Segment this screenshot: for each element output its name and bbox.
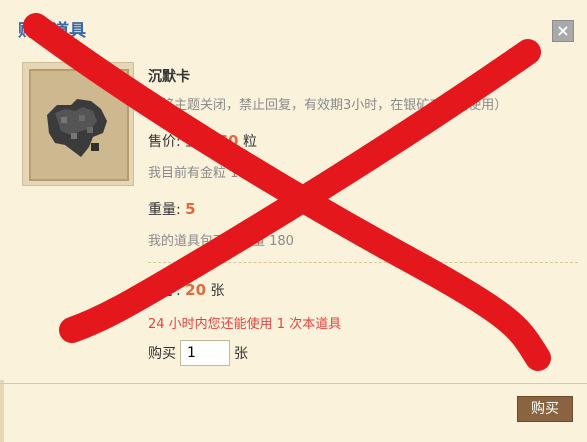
item-thumbnail-frame	[22, 62, 134, 186]
price-unit: 粒	[242, 134, 257, 150]
quantity-label: 购买	[148, 346, 176, 362]
close-icon[interactable]: ×	[552, 20, 574, 42]
buy-button[interactable]: 购买	[517, 396, 573, 422]
weight-value: 5	[185, 200, 196, 218]
weight-label: 重量:	[148, 202, 181, 218]
item-description: （将主题关闭，禁止回复，有效期3小时，在银矿工茶馆使用）	[148, 98, 508, 113]
divider	[148, 262, 578, 263]
item-price: 售价: 金粒 60 粒	[148, 131, 257, 151]
price-value: 60	[217, 132, 239, 150]
usage-limit: 24 小时内您还能使用 1 次本道具	[148, 317, 342, 332]
quantity-input[interactable]	[180, 340, 230, 366]
item-weight: 重量: 5	[148, 199, 196, 219]
silence-card-icon	[47, 99, 107, 157]
price-label: 售价: 金粒	[148, 134, 214, 150]
purchase-item-dialog: 购买道具 × 沉默卡 （将主题关闭，禁止回复，有效期3小时，在银矿工茶馆使用） …	[0, 0, 587, 442]
item-name: 沉默卡	[148, 69, 190, 85]
stock-value: 20	[185, 281, 207, 299]
gold-balance: 我目前有金粒 15 粒	[148, 166, 264, 181]
footer-divider	[0, 383, 587, 384]
bag-capacity: 我的道具包可用容量 180	[148, 234, 294, 249]
quantity-row: 购买 张	[148, 340, 248, 366]
stock-label: 库存:	[148, 283, 181, 299]
dialog-title: 购买道具	[18, 21, 86, 41]
background-edge	[0, 380, 4, 442]
quantity-unit: 张	[234, 346, 248, 362]
stock-unit: 张	[210, 283, 225, 299]
item-thumbnail	[29, 69, 129, 181]
stock-info: 库存: 20 张	[148, 280, 225, 300]
